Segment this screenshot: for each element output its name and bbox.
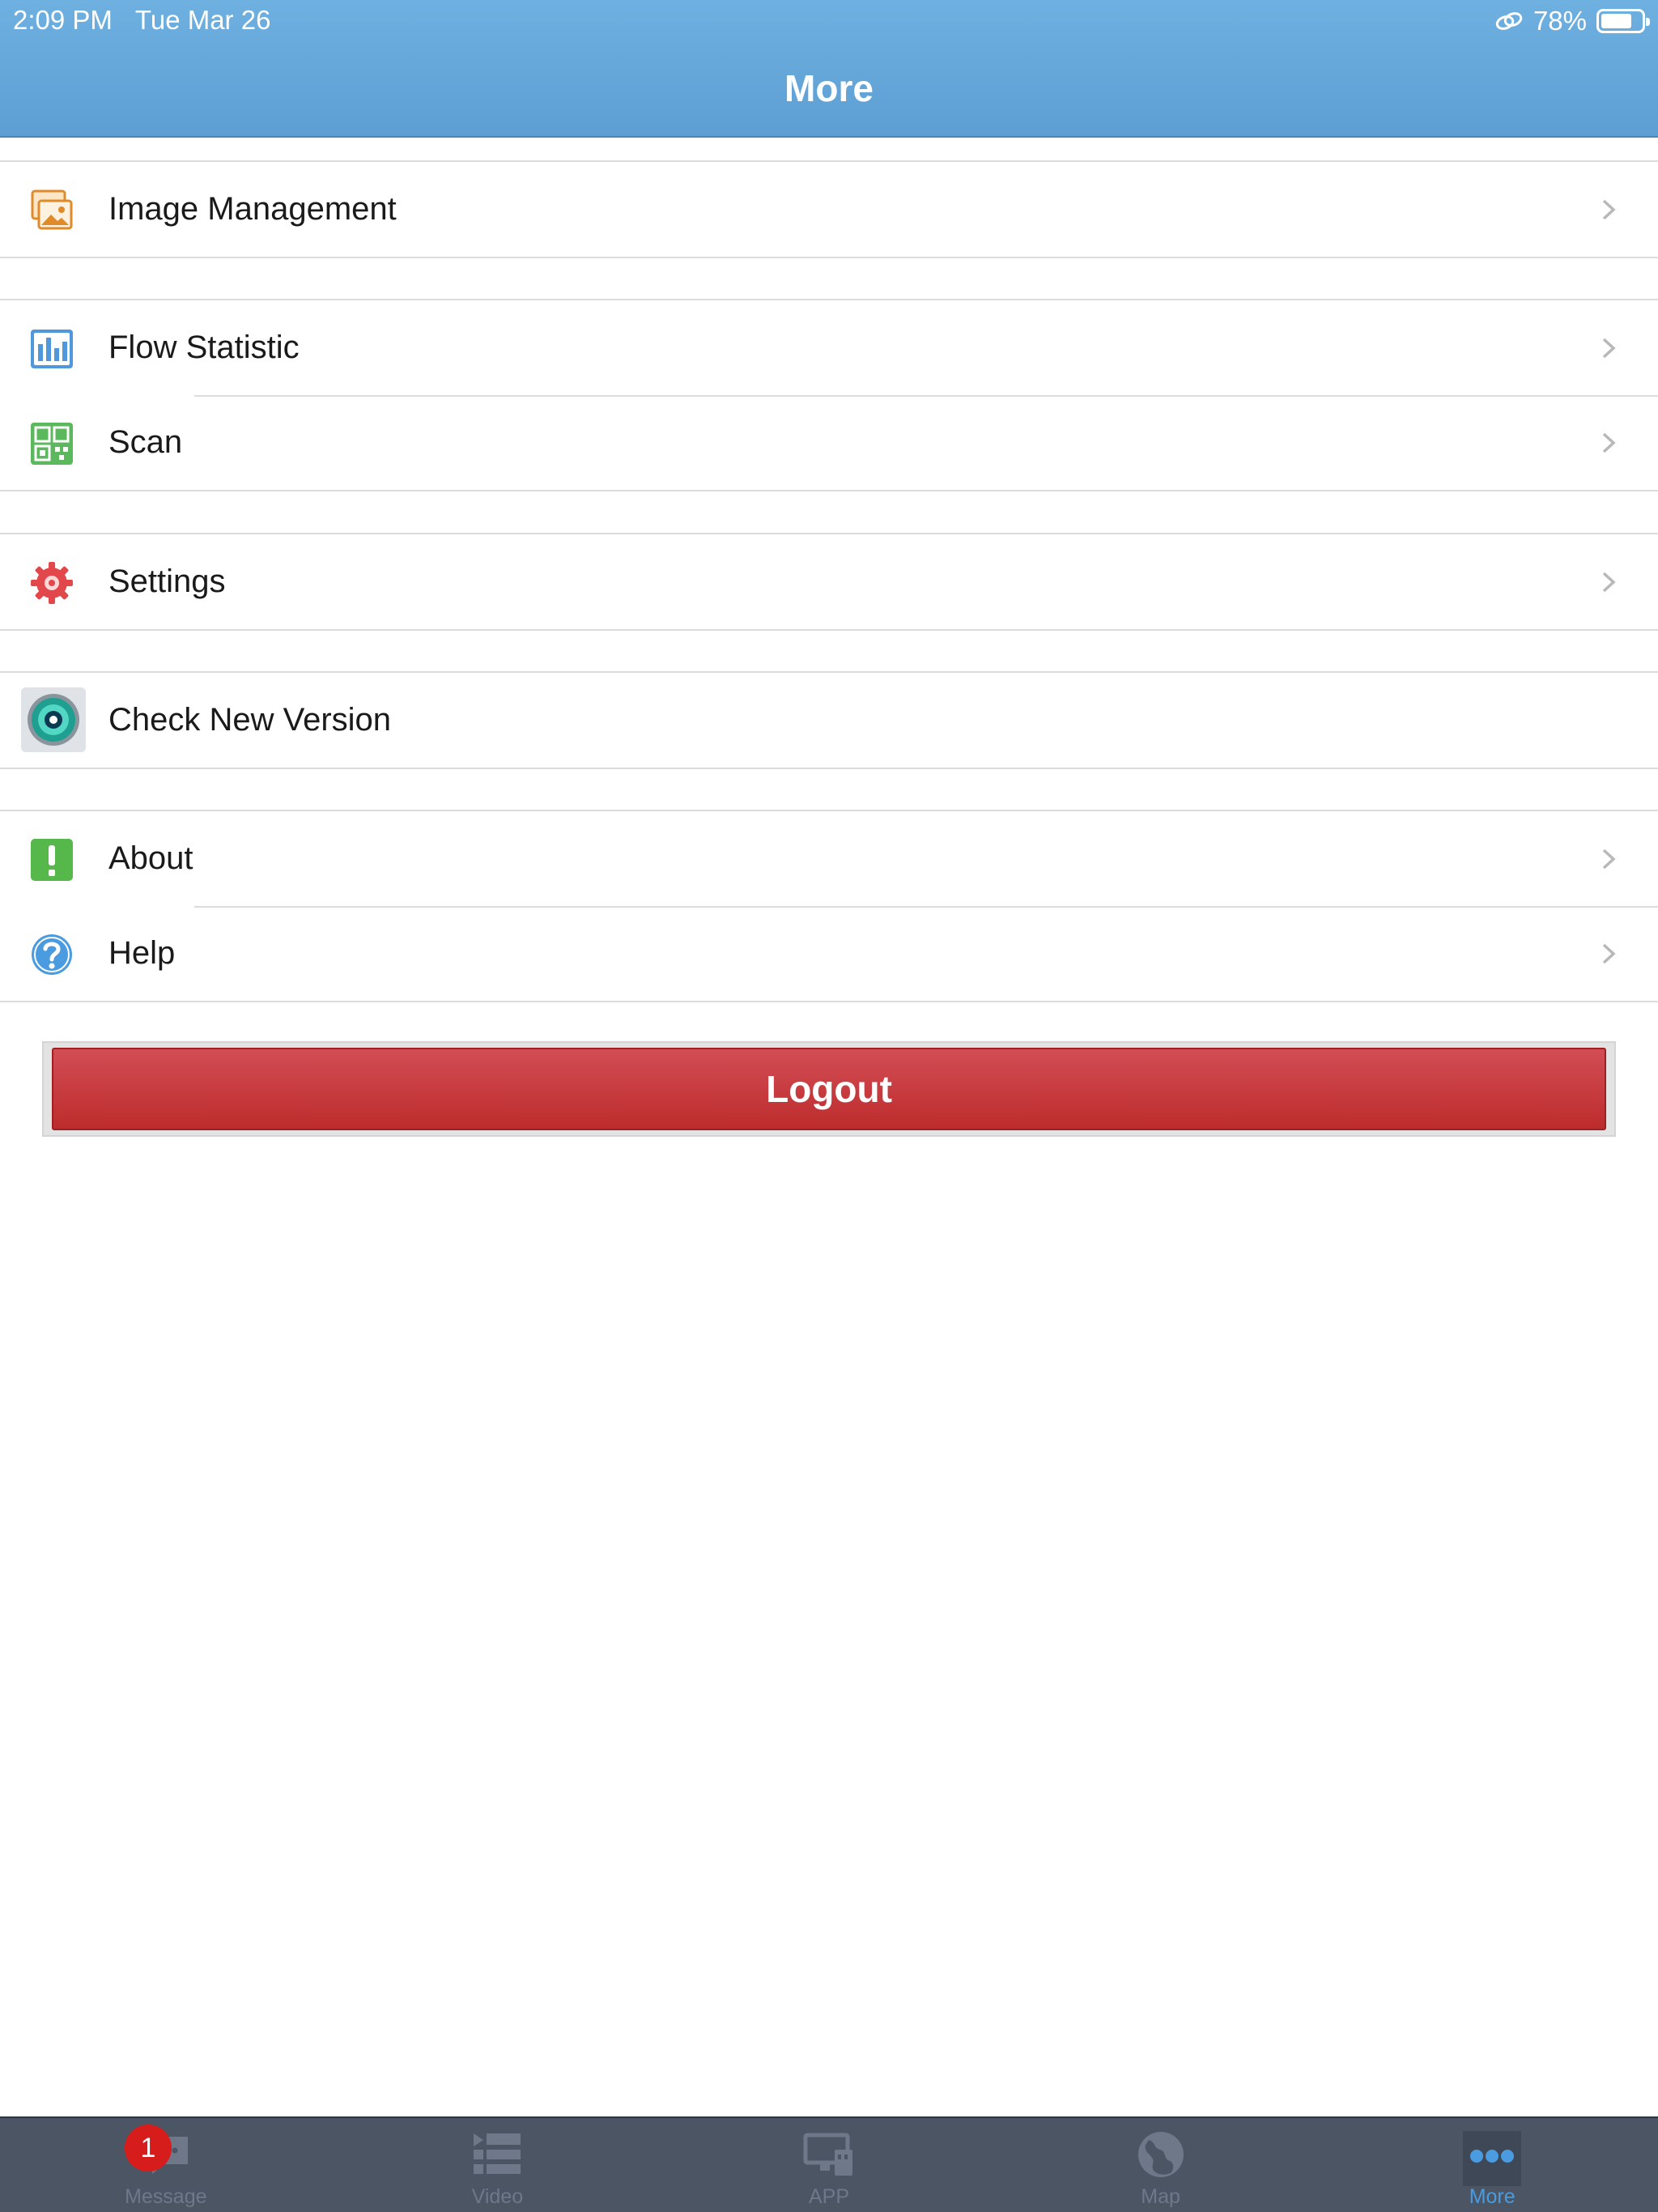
- menu-item-check-new-version[interactable]: Check New Version: [0, 673, 1658, 768]
- chevron-right-icon: [1602, 432, 1616, 453]
- tab-map[interactable]: Map: [995, 2118, 1327, 2212]
- status-time: 2:09 PM: [13, 5, 113, 35]
- status-bar-indicators: 78%: [1494, 5, 1650, 37]
- menu-item-about[interactable]: About: [0, 811, 1658, 906]
- menu-item-settings[interactable]: Settings: [0, 534, 1658, 629]
- tab-message[interactable]: Message 1: [0, 2118, 332, 2212]
- logout-container: Logout: [42, 1041, 1616, 1137]
- menu-label-image-management: Image Management: [108, 191, 397, 227]
- app-logo-icon: [21, 687, 86, 752]
- notification-badge: 1: [125, 2125, 172, 2172]
- chevron-right-icon: [1602, 199, 1616, 220]
- question-mark-icon: [32, 934, 72, 975]
- tab-video[interactable]: Video: [332, 2118, 664, 2212]
- menu-item-help[interactable]: Help: [0, 906, 1658, 1001]
- navigation-header: 2:09 PM Tue Mar 26 78% More: [0, 0, 1658, 138]
- bar-chart-icon: [31, 330, 73, 368]
- battery-icon: [1596, 9, 1650, 33]
- chevron-right-icon: [1602, 338, 1616, 359]
- logout-button[interactable]: Logout: [52, 1048, 1606, 1130]
- globe-icon: [1137, 2132, 1184, 2177]
- image-gallery-icon: [31, 189, 73, 230]
- menu-label-flow-statistic: Flow Statistic: [108, 330, 300, 365]
- menu-item-scan[interactable]: Scan: [0, 395, 1658, 490]
- chevron-right-icon: [1602, 943, 1616, 964]
- menu-item-flow-statistic[interactable]: Flow Statistic: [0, 300, 1658, 395]
- tab-more[interactable]: More: [1326, 2118, 1658, 2212]
- menu-label-check-new-version: Check New Version: [108, 702, 392, 738]
- tab-app[interactable]: APP: [663, 2118, 995, 2212]
- battery-percent: 78%: [1533, 6, 1587, 36]
- menu-label-help: Help: [108, 935, 176, 971]
- more-dots-icon: [1470, 2150, 1515, 2163]
- menu-group-tools: Flow Statistic Scan: [0, 299, 1658, 491]
- tab-label-video: Video: [471, 2185, 524, 2208]
- tab-bar: Message 1 Video APP Map More: [0, 2116, 1658, 2212]
- menu-item-image-management[interactable]: Image Management: [0, 162, 1658, 257]
- tab-label-map: Map: [1141, 2185, 1180, 2208]
- page-title: More: [784, 67, 874, 109]
- gear-icon: [31, 562, 73, 604]
- tab-label-message: Message: [125, 2185, 207, 2208]
- exclamation-icon: [31, 839, 73, 881]
- menu-group-info: About Help: [0, 810, 1658, 1002]
- tab-label-more: More: [1469, 2185, 1516, 2208]
- tab-label-app: APP: [808, 2185, 849, 2208]
- battery-level: [1601, 14, 1632, 28]
- status-bar-time: 2:09 PM Tue Mar 26: [13, 5, 270, 36]
- menu-group-version: Check New Version: [0, 671, 1658, 769]
- list-icon: [474, 2133, 521, 2174]
- link-icon: [1495, 12, 1523, 30]
- menu-label-scan: Scan: [108, 424, 183, 460]
- menu-label-settings: Settings: [108, 564, 226, 599]
- menu-group-settings: Settings: [0, 533, 1658, 631]
- status-date: Tue Mar 26: [134, 5, 271, 35]
- qr-code-icon: [31, 423, 73, 465]
- devices-icon: [803, 2133, 852, 2176]
- chevron-right-icon: [1602, 572, 1616, 593]
- chevron-right-icon: [1602, 849, 1616, 870]
- menu-group-images: Image Management: [0, 160, 1658, 258]
- menu-label-about: About: [108, 840, 193, 876]
